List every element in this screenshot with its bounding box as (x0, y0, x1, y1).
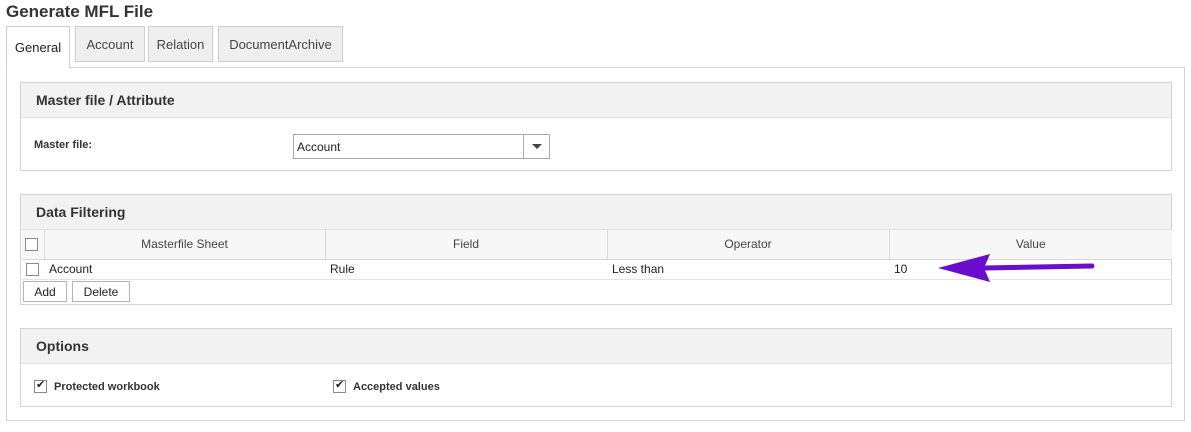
master-file-label: Master file: (34, 139, 93, 151)
section-title: Options (21, 329, 1171, 364)
select-all-header (22, 230, 45, 260)
arrow-left-icon (938, 254, 1095, 282)
protected-workbook-label: Protected workbook (54, 380, 160, 393)
options-section: Options Protected workbook Accepted valu… (20, 328, 1172, 407)
row-checkbox[interactable] (26, 263, 39, 277)
dropdown-button[interactable] (523, 135, 549, 158)
chevron-down-icon (531, 144, 542, 149)
delete-button[interactable]: Delete (72, 281, 130, 302)
master-file-select[interactable]: Account (293, 134, 550, 159)
protected-workbook-checkbox[interactable] (34, 378, 47, 393)
tab-panel-general: Master file / Attribute Master file: Acc… (6, 67, 1185, 421)
tab-documentarchive[interactable]: DocumentArchive (218, 26, 343, 62)
protected-workbook-option[interactable]: Protected workbook (34, 378, 160, 393)
column-header-field[interactable]: Field (325, 230, 608, 260)
data-filtering-section: Data Filtering Masterfile Sheet Field Op… (20, 194, 1172, 305)
row-select-cell (22, 259, 44, 280)
master-file-section: Master file / Attribute Master file: Acc… (20, 82, 1172, 171)
tab-account[interactable]: Account (75, 26, 145, 62)
add-button[interactable]: Add (23, 281, 67, 302)
section-title: Master file / Attribute (21, 83, 1171, 118)
column-header-masterfile-sheet[interactable]: Masterfile Sheet (44, 230, 326, 260)
accepted-values-checkbox[interactable] (333, 378, 346, 393)
section-title: Data Filtering (21, 195, 1171, 230)
select-all-checkbox[interactable] (25, 238, 38, 252)
column-header-operator[interactable]: Operator (607, 230, 890, 260)
accepted-values-label: Accepted values (353, 380, 440, 393)
cell-operator[interactable]: Less than (607, 259, 889, 280)
cell-field[interactable]: Rule (325, 259, 607, 280)
master-file-value: Account (297, 140, 341, 154)
tab-relation[interactable]: Relation (148, 26, 213, 62)
page-title: Generate MFL File (6, 2, 154, 21)
cell-masterfile-sheet[interactable]: Account (44, 259, 325, 280)
tab-general[interactable]: General (6, 26, 70, 68)
accepted-values-option[interactable]: Accepted values (333, 378, 440, 393)
